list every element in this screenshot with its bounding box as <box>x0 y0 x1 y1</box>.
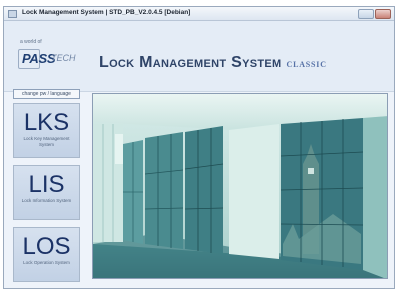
title-bar[interactable]: Lock Management System | STD_PB_V2.0.4.5… <box>4 7 394 21</box>
page-title: Lock Management System classic <box>99 54 327 72</box>
locker-bank-2 <box>145 132 183 249</box>
right-wall <box>363 116 387 278</box>
ceiling-light <box>115 134 123 164</box>
los-name: Lock Operation System <box>23 260 70 265</box>
locker-bank-3 <box>185 126 223 254</box>
header: a world of PASS TECH Lock Management Sys… <box>4 21 394 91</box>
window-title: Lock Management System | STD_PB_V2.0.4.5… <box>22 9 191 16</box>
locker-room-illustration <box>93 94 387 278</box>
lis-code: LIS <box>28 171 65 198</box>
change-language-button[interactable]: change pw / language <box>13 89 80 99</box>
sidebar: change pw / language LKS Lock Key Manage… <box>13 89 80 282</box>
lis-button[interactable]: LIS Lock Information System <box>13 165 80 220</box>
lks-code: LKS <box>23 109 70 136</box>
close-button[interactable] <box>375 9 391 19</box>
los-button[interactable]: LOS Lock Operation System <box>13 227 80 282</box>
logo-tagline: a world of <box>20 39 42 45</box>
edition-label: classic <box>286 56 327 70</box>
lis-name: Lock Information System <box>21 198 72 203</box>
lks-name: Lock Key Management System <box>23 136 70 147</box>
app-title-text: Lock Management System <box>99 54 282 71</box>
logo-tech: TECH <box>51 53 76 63</box>
passtech-logo: a world of PASS TECH <box>18 39 80 83</box>
los-code: LOS <box>22 233 71 260</box>
app-icon <box>8 10 17 18</box>
pillar <box>229 124 279 259</box>
locker-room-photo <box>92 93 388 279</box>
minimize-button[interactable] <box>358 9 374 19</box>
clock-face <box>308 168 314 174</box>
lks-button[interactable]: LKS Lock Key Management System <box>13 103 80 158</box>
